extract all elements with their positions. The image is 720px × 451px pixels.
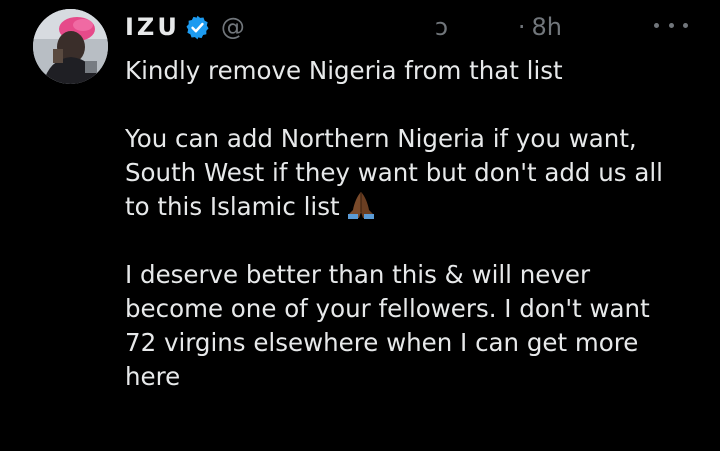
tweet-line: South West if they want but don't add us…: [125, 158, 663, 187]
handle-start: @: [220, 13, 245, 41]
paragraph-break: [125, 88, 705, 122]
display-name[interactable]: IZU: [125, 13, 180, 41]
handle-end: ɔ: [434, 13, 449, 41]
tweet-line: Kindly remove Nigeria from that list: [125, 56, 563, 85]
tweet-line: 72 virgins elsewhere when I can get more: [125, 328, 639, 357]
tweet-text: Kindly remove Nigeria from that list You…: [125, 54, 705, 394]
verified-badge-icon: [186, 15, 209, 39]
avatar[interactable]: [33, 9, 108, 84]
tweet-line: here: [125, 362, 181, 391]
redacted-handle: [244, 17, 435, 39]
more-options-icon[interactable]: [654, 14, 688, 36]
more-dot: [683, 22, 688, 28]
tweet-line-with-emoji: to this Islamic list: [125, 190, 705, 224]
tweet-header: IZU @ ɔ · 8h: [125, 8, 562, 46]
tweet-line: I deserve better than this & will never: [125, 260, 591, 289]
folded-hands-emoji: [347, 192, 374, 219]
tweet-line: You can add Northern Nigeria if you want…: [125, 124, 637, 153]
tweet-line: to this Islamic list: [125, 192, 340, 221]
separator-dot: ·: [517, 13, 526, 41]
more-dot: [654, 22, 659, 28]
timestamp[interactable]: 8h: [531, 13, 561, 41]
tweet[interactable]: IZU @ ɔ · 8h Kindly remove Nigeria from t…: [0, 0, 720, 451]
paragraph-break: [125, 224, 705, 258]
tweet-line: become one of your fellowers. I don't wa…: [125, 294, 650, 323]
user-handle[interactable]: @ ɔ: [221, 13, 516, 41]
more-dot: [668, 22, 674, 28]
avatar-image: [33, 9, 108, 84]
